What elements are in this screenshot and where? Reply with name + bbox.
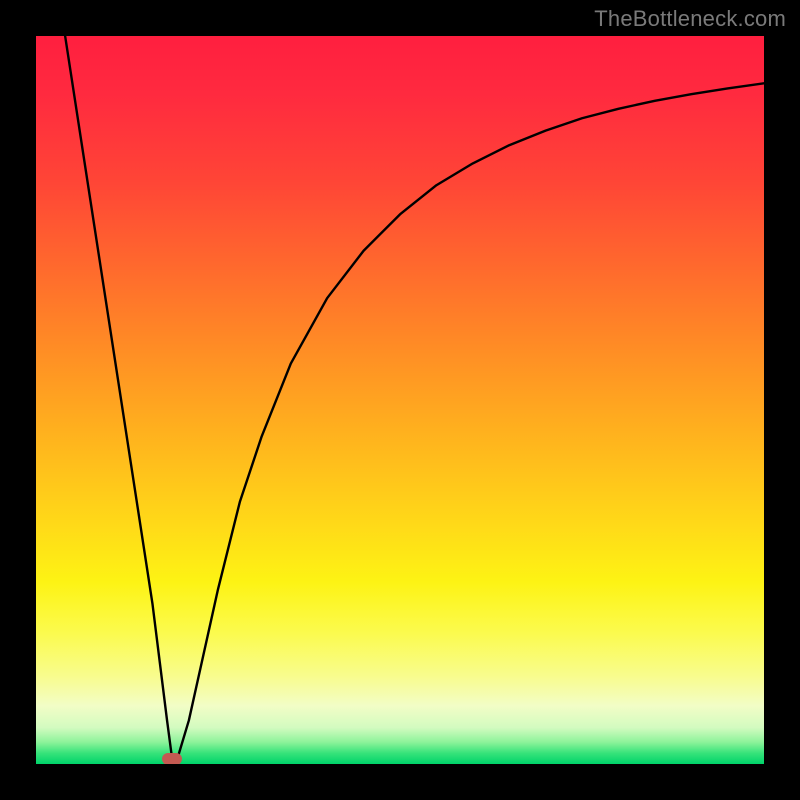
optimal-marker (162, 753, 182, 764)
watermark-text: TheBottleneck.com (594, 6, 786, 32)
plot-area (36, 36, 764, 764)
bottleneck-curve (36, 36, 764, 764)
chart-frame: TheBottleneck.com (0, 0, 800, 800)
